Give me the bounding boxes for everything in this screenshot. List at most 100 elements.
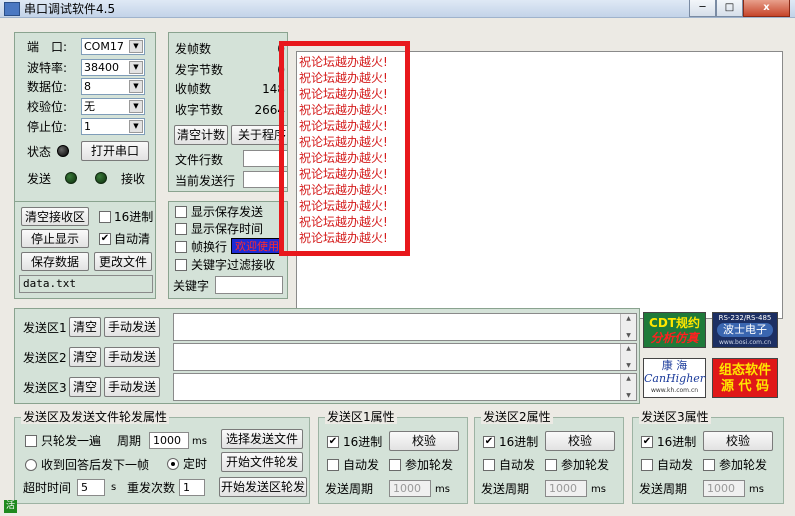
baud-label: 波特率: xyxy=(27,61,68,75)
area-period-label: 发送周期 xyxy=(639,482,688,496)
ad-cdt[interactable]: CDT规约 分析仿真 xyxy=(643,312,706,348)
timeout-label: 超时时间 xyxy=(23,481,72,495)
area-auto-send-label: 自动发 xyxy=(343,458,380,472)
area-join-rotation-checkbox[interactable] xyxy=(389,459,401,471)
area-check-button[interactable]: 校验 xyxy=(389,431,459,451)
period-label: 周期 xyxy=(117,434,142,448)
send-area-scrollbar[interactable]: ▲ ▼ xyxy=(620,314,636,340)
area-period-unit: ms xyxy=(749,484,764,495)
open-port-button[interactable]: 打开串口 xyxy=(81,141,149,161)
ad-bosi[interactable]: RS-232/RS-485 波士电子 www.bosi.com.cn xyxy=(712,312,778,348)
area-auto-send-label: 自动发 xyxy=(499,458,536,472)
minimize-button[interactable]: ─ xyxy=(689,0,716,17)
scroll-down-icon[interactable]: ▼ xyxy=(621,391,636,400)
client-area: 端 口: COM17 ▼ 波特率: 38400 ▼ 数据位: 8 ▼ 校验位: 无 ▼ … xyxy=(0,18,795,516)
select-send-file-button[interactable]: 选择发送文件 xyxy=(221,429,303,449)
port-select[interactable]: COM17 ▼ xyxy=(81,38,145,55)
send-area-clear-button[interactable]: 清空 xyxy=(69,347,101,367)
ad-scada-line2: 源 代 码 xyxy=(720,379,770,394)
area-check-button[interactable]: 校验 xyxy=(703,431,773,451)
show-save-time-checkbox[interactable] xyxy=(175,223,187,235)
start-area-send-button[interactable]: 开始发送区轮发 xyxy=(219,477,307,497)
area-hex-checkbox[interactable]: ✔ xyxy=(483,436,495,448)
show-save-send-label: 显示保存发送 xyxy=(191,205,264,219)
send-area-clear-button[interactable]: 清空 xyxy=(69,377,101,397)
area-auto-send-checkbox[interactable] xyxy=(641,459,653,471)
area-period-input[interactable]: 1000 xyxy=(703,480,745,497)
area-hex-checkbox[interactable]: ✔ xyxy=(641,436,653,448)
clear-count-button[interactable]: 清空计数 xyxy=(174,125,228,145)
ad-canhigher[interactable]: 康 海 CanHigher www.kh.com.cn xyxy=(643,358,706,398)
resend-input[interactable]: 1 xyxy=(179,479,205,496)
change-file-button[interactable]: 更改文件 xyxy=(94,252,152,271)
scroll-down-icon[interactable]: ▼ xyxy=(621,361,636,370)
manual-send-button[interactable]: 手动发送 xyxy=(104,377,160,397)
keyword-filter-checkbox[interactable] xyxy=(175,259,187,271)
area-auto-send-checkbox[interactable] xyxy=(327,459,339,471)
serial-settings-panel: 端 口: COM17 ▼ 波特率: 38400 ▼ 数据位: 8 ▼ 校验位: 无 ▼ … xyxy=(14,32,156,208)
close-button[interactable]: x xyxy=(743,0,790,17)
maximize-button[interactable]: □ xyxy=(716,0,743,17)
baud-select[interactable]: 38400 ▼ xyxy=(81,59,145,76)
keyword-label: 关键字 xyxy=(173,279,210,293)
sent-frames-label: 发帧数 xyxy=(175,42,212,56)
manual-send-button[interactable]: 手动发送 xyxy=(104,317,160,337)
scroll-down-icon[interactable]: ▼ xyxy=(621,331,636,340)
send-area-scrollbar[interactable]: ▲ ▼ xyxy=(620,374,636,400)
scroll-up-icon[interactable]: ▲ xyxy=(621,344,636,353)
chevron-down-icon: ▼ xyxy=(129,120,143,133)
area-period-input[interactable]: 1000 xyxy=(545,480,587,497)
ad-canhigher-url: www.kh.com.cn xyxy=(650,387,699,394)
stop-display-button[interactable]: 停止显示 xyxy=(21,229,89,248)
app-icon xyxy=(4,2,20,16)
frame-newline-checkbox[interactable] xyxy=(175,241,187,253)
area-period-label: 发送周期 xyxy=(481,482,530,496)
send-area-scrollbar[interactable]: ▲ ▼ xyxy=(620,344,636,370)
status-badge: 活 xyxy=(4,500,17,513)
parity-select[interactable]: 无 ▼ xyxy=(81,98,145,115)
area-auto-send-checkbox[interactable] xyxy=(483,459,495,471)
ad-bosi-top: RS-232/RS-485 xyxy=(718,314,772,322)
receive-controls-panel: 清空接收区 16进制 停止显示 ✔ 自动清 保存数据 更改文件 data.txt xyxy=(14,201,156,299)
port-label: 端 口: xyxy=(27,40,68,54)
keyword-input[interactable] xyxy=(215,276,283,294)
only-once-checkbox[interactable] xyxy=(25,435,37,447)
send-area-clear-button[interactable]: 清空 xyxy=(69,317,101,337)
databits-select[interactable]: 8 ▼ xyxy=(81,78,145,95)
send-area-input[interactable]: ▲ ▼ xyxy=(173,343,637,371)
ad-cdt-line1: CDT规约 xyxy=(649,316,700,330)
ad-scada[interactable]: 组态软件 源 代 码 xyxy=(712,358,778,398)
chevron-down-icon: ▼ xyxy=(129,61,143,74)
filename-field[interactable]: data.txt xyxy=(19,275,153,293)
recv-indicator-label: 接收 xyxy=(121,172,146,186)
area-hex-label: 16进制 xyxy=(499,435,539,449)
show-save-send-checkbox[interactable] xyxy=(175,206,187,218)
manual-send-button[interactable]: 手动发送 xyxy=(104,347,160,367)
scroll-up-icon[interactable]: ▲ xyxy=(621,314,636,323)
scroll-up-icon[interactable]: ▲ xyxy=(621,374,636,383)
area-join-rotation-checkbox[interactable] xyxy=(545,459,557,471)
area-check-button[interactable]: 校验 xyxy=(545,431,615,451)
hex-receive-checkbox[interactable] xyxy=(99,211,111,223)
period-input[interactable]: 1000 xyxy=(149,432,189,449)
auto-clear-checkbox[interactable]: ✔ xyxy=(99,233,111,245)
send-area-props-group: 发送区2属性 ✔ 16进制 校验 自动发 参加轮发 发送周期 1000 ms xyxy=(474,410,624,504)
databits-label: 数据位: xyxy=(27,80,68,94)
area-period-label: 发送周期 xyxy=(325,482,374,496)
start-file-send-button[interactable]: 开始文件轮发 xyxy=(221,452,303,472)
timed-radio[interactable] xyxy=(167,458,179,470)
area-join-rotation-checkbox[interactable] xyxy=(703,459,715,471)
area-period-input[interactable]: 1000 xyxy=(389,480,431,497)
clear-receive-button[interactable]: 清空接收区 xyxy=(21,207,89,226)
stopbits-select[interactable]: 1 ▼ xyxy=(81,118,145,135)
show-save-time-label: 显示保存时间 xyxy=(191,222,264,236)
area-hex-checkbox[interactable]: ✔ xyxy=(327,436,339,448)
period-unit: ms xyxy=(192,436,207,447)
send-area-input[interactable]: ▲ ▼ xyxy=(173,313,637,341)
send-area-props-group: 发送区1属性 ✔ 16进制 校验 自动发 参加轮发 发送周期 1000 ms xyxy=(318,410,468,504)
save-data-button[interactable]: 保存数据 xyxy=(21,252,89,271)
timeout-input[interactable]: 5 xyxy=(77,479,105,496)
send-area-label: 发送区1 xyxy=(23,321,67,335)
send-area-input[interactable]: ▲ ▼ xyxy=(173,373,637,401)
after-reply-radio[interactable] xyxy=(25,459,37,471)
